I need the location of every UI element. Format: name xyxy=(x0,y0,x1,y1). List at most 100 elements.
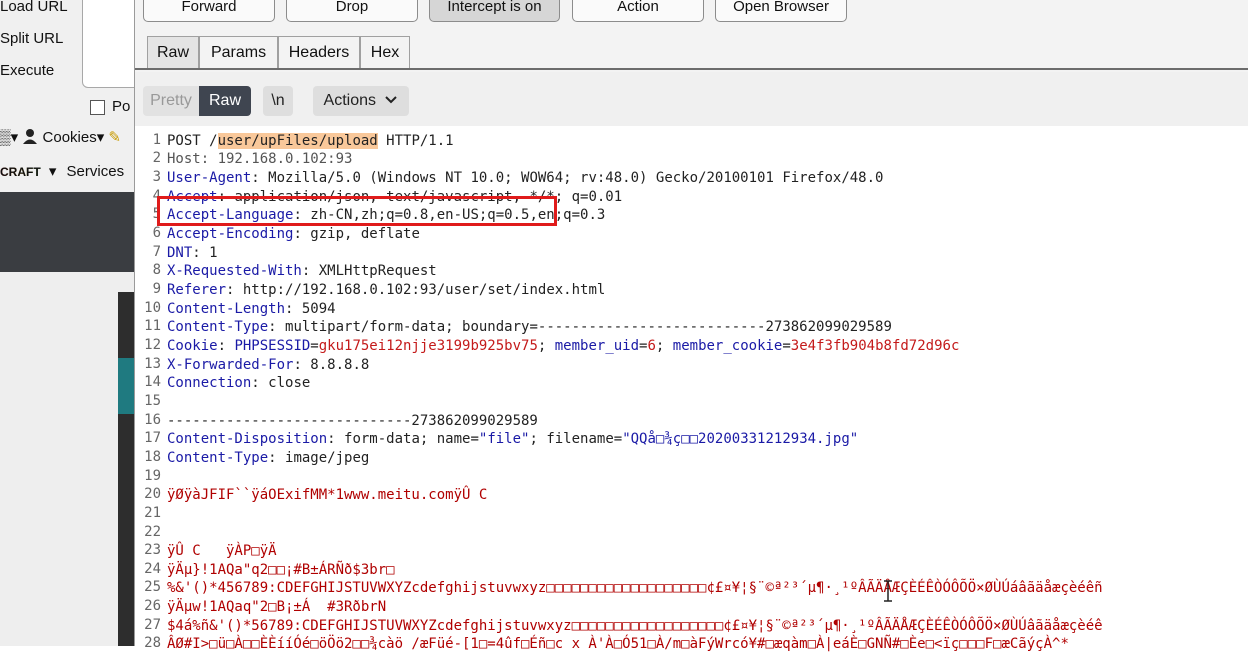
xff-header: X-Forwarded-For: 8.8.8.8 xyxy=(167,357,370,373)
line-number: 8 xyxy=(152,262,161,278)
header-value: XMLHttpRequest xyxy=(310,263,437,279)
cookie-icon xyxy=(22,128,38,144)
header-value: gzip, deflate xyxy=(301,226,420,242)
line-number: 7 xyxy=(152,244,161,260)
header-key: Accept-Encoding xyxy=(167,226,294,242)
request-editor: Pretty Raw \n Actions 1 POST /user/upFil… xyxy=(135,72,1248,652)
binary-data-line: ÿØÿàJFIF``ÿáOExifMM*1www.meitu.comÿÛ C xyxy=(167,487,488,503)
hackbar-toolbar-row2: CRAFT ▾ Services xyxy=(0,162,124,180)
header-colon: : xyxy=(192,245,201,261)
open-browser-button[interactable]: Open Browser xyxy=(715,0,847,22)
actions-label: Actions xyxy=(323,92,376,110)
connection-header: Connection: close xyxy=(167,375,311,391)
header-value: multipart/form-data; boundary=----------… xyxy=(276,319,892,335)
header-key: Referer xyxy=(167,282,227,298)
request-header: DNT: 1 xyxy=(167,244,218,263)
cookie-header: Cookie: PHPSESSID=gku175ei12njje3199b925… xyxy=(167,338,960,354)
post-data-checkbox[interactable] xyxy=(90,100,105,115)
line-number: 25 xyxy=(144,579,161,595)
cookie-value: gku175ei12njje3199b925bv75 xyxy=(318,338,538,354)
line-number: 20 xyxy=(144,486,161,502)
header-key: Content-Type xyxy=(167,450,269,466)
line-number: 24 xyxy=(144,561,161,577)
intercept-toggle-button[interactable]: Intercept is on xyxy=(429,0,560,22)
browser-side-panel: Load URL Split URL Execute Po ▒▾ Cookies… xyxy=(0,0,134,646)
binary-data-line: ÿÛ C ÿÀP□ÿÄ xyxy=(167,543,277,559)
header-key: Content-Disposition xyxy=(167,431,328,447)
services-menu[interactable]: Services xyxy=(67,163,125,180)
content-disposition-header: Content-Disposition: form-data; name="fi… xyxy=(167,431,859,447)
header-key: Content-Length xyxy=(167,301,286,317)
line-number: 27 xyxy=(144,617,161,633)
line-number: 13 xyxy=(144,356,161,372)
tab-params[interactable]: Params xyxy=(199,36,278,70)
file-content-type-header: Content-Type: image/jpeg xyxy=(167,450,370,466)
line-number: 16 xyxy=(144,412,161,428)
cookie-value: 6 xyxy=(647,338,656,354)
line-number: 10 xyxy=(144,300,161,316)
line-number: 1 xyxy=(152,132,161,148)
cookies-menu[interactable]: Cookies▾ xyxy=(43,129,105,146)
header-value: form-data; name= xyxy=(335,431,479,447)
text-cursor-icon xyxy=(883,580,893,602)
actions-dropdown[interactable]: Actions xyxy=(313,86,409,116)
hackbar-toolbar: ▒▾ Cookies▾ ✎ xyxy=(0,128,121,146)
encoding-menu[interactable]: ▒▾ xyxy=(0,129,18,146)
tab-raw[interactable]: Raw xyxy=(147,36,199,70)
file-name: "QQå□¾ç□□20200331212934.jpg" xyxy=(622,431,859,447)
multipart-boundary: -----------------------------27386209902… xyxy=(167,413,538,429)
tab-hex[interactable]: Hex xyxy=(360,36,410,70)
craft-logo: CRAFT xyxy=(0,165,41,179)
binary-data-line: ÿÄµw!1AQaq"2□B¡±Á #3RðbrN xyxy=(167,599,387,615)
raw-button[interactable]: Raw xyxy=(199,86,251,116)
burp-intercept-panel: Forward Drop Intercept is on Action Open… xyxy=(134,0,1248,652)
upload-path: user/upFiles/upload xyxy=(217,133,378,149)
dark-region xyxy=(0,192,134,272)
execute-button[interactable]: Execute xyxy=(0,62,54,79)
newline-toggle-button[interactable]: \n xyxy=(263,86,293,116)
split-url-button[interactable]: Split URL xyxy=(0,30,63,47)
request-header: Accept-Encoding: gzip, deflate xyxy=(167,225,420,244)
action-button[interactable]: Action xyxy=(572,0,704,22)
forward-button[interactable]: Forward xyxy=(143,0,275,22)
line-number: 11 xyxy=(144,318,161,334)
binary-data-line: ÂØ#I>□ü□À□□ÈÈííÓé□öÖö2□□¾càö /æFüé-[1□=4… xyxy=(167,636,1069,652)
tab-headers[interactable]: Headers xyxy=(278,36,360,70)
header-key: User-Agent xyxy=(167,170,252,186)
request-header: Content-Length: 5094 xyxy=(167,300,336,319)
line-number: 2 xyxy=(152,150,161,166)
header-key: Content-Type xyxy=(167,319,269,335)
cookie-value: 3e4f3fb904b8fd72d96c xyxy=(790,338,960,354)
header-value: Mozilla/5.0 (Windows NT 10.0; WOW64; rv:… xyxy=(259,170,884,186)
line-number: 14 xyxy=(144,374,161,390)
binary-data-line: %&'()*456789:CDEFGHIJSTUVWXYZcdefghijstu… xyxy=(167,580,1103,596)
field-name: "file" xyxy=(478,431,530,447)
header-colon: : xyxy=(293,226,302,242)
editor-toolbar: Pretty Raw \n Actions xyxy=(135,72,1248,126)
teal-strip xyxy=(118,358,134,414)
cookie-name: member_cookie xyxy=(672,338,783,354)
header-key: Cookie xyxy=(167,338,218,354)
post-data-label: Po xyxy=(112,98,131,115)
line-number: 12 xyxy=(144,337,161,353)
load-url-button[interactable]: Load URL xyxy=(0,0,68,15)
pretty-button[interactable]: Pretty xyxy=(143,86,199,116)
request-method: POST / xyxy=(167,133,218,149)
request-header: X-Requested-With: XMLHttpRequest xyxy=(167,262,437,281)
line-number: 3 xyxy=(152,169,161,185)
line-number: 26 xyxy=(144,598,161,614)
header-value: 1 xyxy=(200,245,218,261)
cookie-name: member_uid xyxy=(554,338,640,354)
craft-dropdown-arrow[interactable]: ▾ xyxy=(49,163,57,180)
binary-data-line: $4á%ñ&'()*56789:CDEFGHIJSTUVWXYZcdefghij… xyxy=(167,618,1103,634)
header-value: close xyxy=(259,375,311,391)
chevron-down-icon xyxy=(384,86,398,116)
header-key: Connection xyxy=(167,375,252,391)
line-number: 22 xyxy=(144,524,161,540)
drop-button[interactable]: Drop xyxy=(286,0,418,22)
line-number: 17 xyxy=(144,430,161,446)
url-textarea[interactable] xyxy=(82,0,134,88)
header-value: 5094 xyxy=(293,301,336,317)
line-number: 21 xyxy=(144,505,161,521)
line-number: 9 xyxy=(152,281,161,297)
